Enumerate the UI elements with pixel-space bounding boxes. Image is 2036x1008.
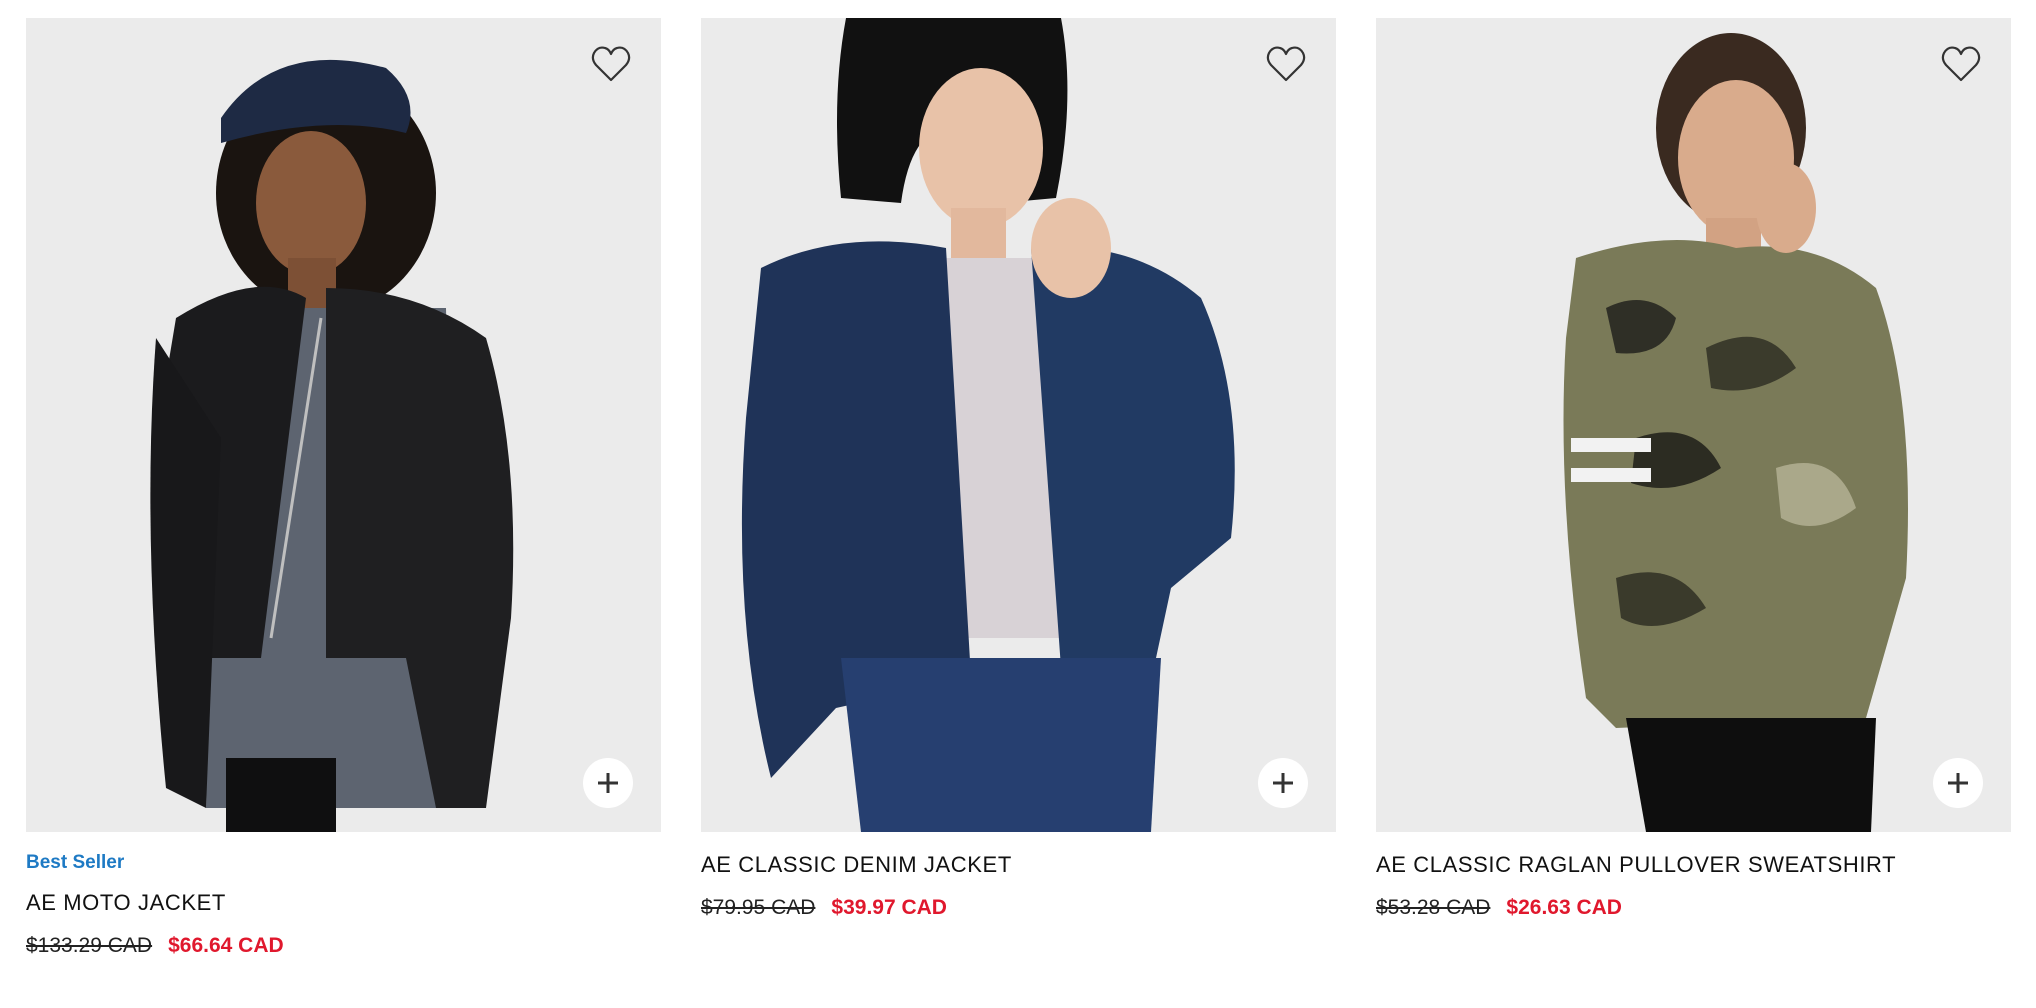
product-info: AE CLASSIC RAGLAN PULLOVER SWEATSHIRT $5… xyxy=(1376,832,2011,920)
price-row: $79.95 CAD $39.97 CAD xyxy=(701,896,1336,920)
product-info: Best Seller AE MOTO JACKET $133.29 CAD $… xyxy=(26,832,661,958)
product-name[interactable]: AE MOTO JACKET xyxy=(26,890,661,916)
heart-outline-icon xyxy=(1266,46,1306,82)
product-image[interactable] xyxy=(701,18,1336,832)
price-row: $53.28 CAD $26.63 CAD xyxy=(1376,896,2011,920)
product-name[interactable]: AE CLASSIC DENIM JACKET xyxy=(701,852,1336,878)
quick-add-button[interactable] xyxy=(1258,758,1308,808)
plus-icon xyxy=(598,773,618,793)
product-grid: Best Seller AE MOTO JACKET $133.29 CAD $… xyxy=(26,18,2012,958)
quick-add-button[interactable] xyxy=(1933,758,1983,808)
favorite-button[interactable] xyxy=(587,40,635,88)
favorite-button[interactable] xyxy=(1262,40,1310,88)
plus-icon xyxy=(1948,773,1968,793)
favorite-button[interactable] xyxy=(1937,40,1985,88)
product-card: Best Seller AE MOTO JACKET $133.29 CAD $… xyxy=(26,18,661,958)
original-price: $79.95 CAD xyxy=(701,896,816,919)
product-info: AE CLASSIC DENIM JACKET $79.95 CAD $39.9… xyxy=(701,832,1336,920)
camo-sweatshirt-photo xyxy=(1376,18,2011,832)
best-seller-badge: Best Seller xyxy=(26,852,125,873)
product-image[interactable] xyxy=(1376,18,2011,832)
product-name[interactable]: AE CLASSIC RAGLAN PULLOVER SWEATSHIRT xyxy=(1376,852,2011,878)
sale-price: $66.64 CAD xyxy=(168,934,284,957)
moto-jacket-photo xyxy=(26,18,661,832)
heart-outline-icon xyxy=(1941,46,1981,82)
product-image[interactable] xyxy=(26,18,661,832)
sale-price: $39.97 CAD xyxy=(831,896,947,919)
sale-price: $26.63 CAD xyxy=(1506,896,1622,919)
heart-outline-icon xyxy=(591,46,631,82)
product-card: AE CLASSIC DENIM JACKET $79.95 CAD $39.9… xyxy=(701,18,1336,958)
quick-add-button[interactable] xyxy=(583,758,633,808)
original-price: $53.28 CAD xyxy=(1376,896,1491,919)
price-row: $133.29 CAD $66.64 CAD xyxy=(26,934,661,958)
product-card: AE CLASSIC RAGLAN PULLOVER SWEATSHIRT $5… xyxy=(1376,18,2011,958)
plus-icon xyxy=(1273,773,1293,793)
denim-jacket-photo xyxy=(701,18,1336,832)
original-price: $133.29 CAD xyxy=(26,934,153,957)
